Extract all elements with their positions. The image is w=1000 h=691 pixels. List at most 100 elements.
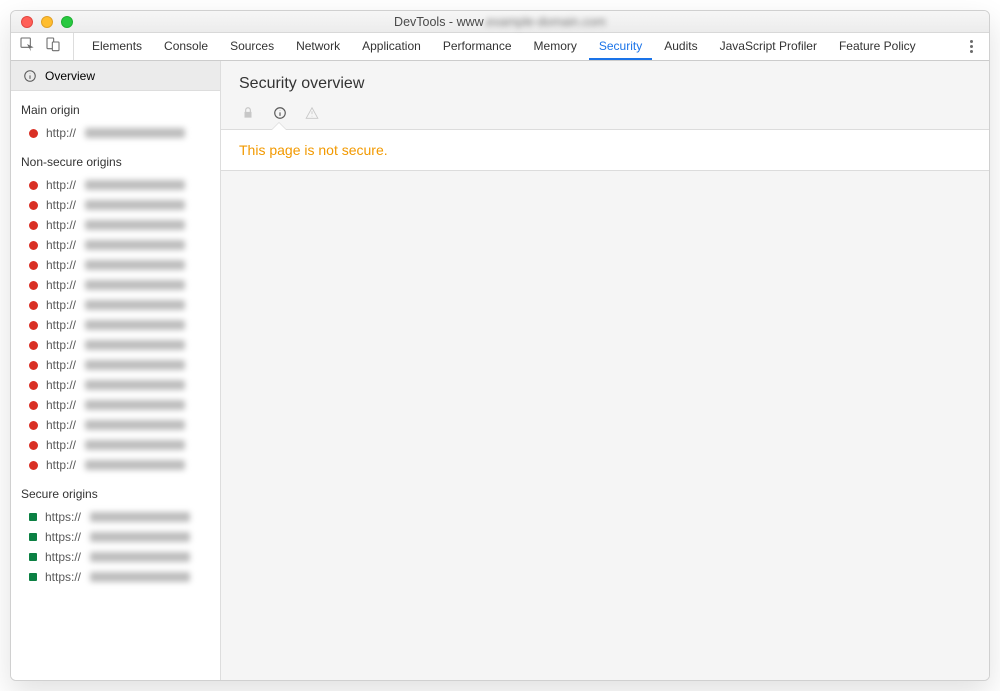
insecure-indicator-icon (29, 221, 38, 230)
sidebar-section-title: Main origin (11, 91, 220, 123)
insecure-indicator-icon (29, 361, 38, 370)
insecure-indicator-icon (29, 301, 38, 310)
redacted-host (85, 320, 185, 330)
origin-item[interactable]: http:// (11, 123, 220, 143)
redacted-host (90, 552, 190, 562)
origin-item[interactable]: https:// (11, 547, 220, 567)
redacted-host (85, 300, 185, 310)
main-toolbar: ElementsConsoleSourcesNetworkApplication… (11, 33, 989, 61)
insecure-indicator-icon (29, 401, 38, 410)
origin-url: http:// (46, 238, 76, 252)
sidebar-overview[interactable]: Overview (11, 61, 220, 91)
origin-item[interactable]: http:// (11, 255, 220, 275)
device-toggle-icon[interactable] (45, 36, 61, 57)
redacted-host (85, 200, 185, 210)
maximize-window-button[interactable] (61, 16, 73, 28)
origin-url: http:// (46, 438, 76, 452)
empty-area (221, 171, 989, 680)
origin-url: http:// (46, 398, 76, 412)
origin-url: https:// (45, 530, 81, 544)
origin-item[interactable]: http:// (11, 395, 220, 415)
origin-item[interactable]: http:// (11, 215, 220, 235)
secure-indicator-icon (29, 573, 37, 581)
origin-item[interactable]: http:// (11, 455, 220, 475)
origin-item[interactable]: http:// (11, 355, 220, 375)
origin-url: http:// (46, 358, 76, 372)
origin-url: http:// (46, 126, 76, 140)
minimize-window-button[interactable] (41, 16, 53, 28)
secure-indicator-icon (29, 533, 37, 541)
tab-application[interactable]: Application (352, 33, 431, 60)
origin-url: https:// (45, 570, 81, 584)
security-sidebar: Overview Main originhttp://Non-secure or… (11, 61, 221, 680)
tab-performance[interactable]: Performance (433, 33, 522, 60)
redacted-host (85, 440, 185, 450)
origin-item[interactable]: http:// (11, 375, 220, 395)
origin-url: http:// (46, 378, 76, 392)
origin-url: http:// (46, 258, 76, 272)
insecure-indicator-icon (29, 381, 38, 390)
tab-elements[interactable]: Elements (82, 33, 152, 60)
secure-indicator-icon (29, 553, 37, 561)
status-pointer (272, 123, 286, 130)
window-title: DevTools - www.example-domain.com (11, 15, 989, 29)
origin-item[interactable]: http:// (11, 335, 220, 355)
insecure-indicator-icon (29, 261, 38, 270)
origin-url: http:// (46, 338, 76, 352)
origin-item[interactable]: http:// (11, 175, 220, 195)
security-main-panel: Security overview This page is not secur… (221, 61, 989, 680)
insecure-indicator-icon (29, 281, 38, 290)
tab-network[interactable]: Network (286, 33, 350, 60)
tab-security[interactable]: Security (589, 33, 652, 60)
inspect-element-icon[interactable] (19, 36, 35, 57)
tab-sources[interactable]: Sources (220, 33, 284, 60)
origin-item[interactable]: http:// (11, 195, 220, 215)
security-overview-title: Security overview (239, 75, 971, 93)
redacted-host (90, 572, 190, 582)
insecure-indicator-icon (29, 129, 38, 138)
origin-item[interactable]: http:// (11, 435, 220, 455)
redacted-host (85, 400, 185, 410)
tab-audits[interactable]: Audits (654, 33, 707, 60)
secure-indicator-icon (29, 513, 37, 521)
redacted-host (85, 340, 185, 350)
origin-item[interactable]: http:// (11, 275, 220, 295)
origin-item[interactable]: https:// (11, 567, 220, 587)
origin-item[interactable]: https:// (11, 527, 220, 547)
tab-console[interactable]: Console (154, 33, 218, 60)
inspect-tools (19, 33, 74, 60)
tab-feature-policy[interactable]: Feature Policy (829, 33, 926, 60)
redacted-host (85, 180, 185, 190)
origin-url: http:// (46, 298, 76, 312)
insecure-indicator-icon (29, 241, 38, 250)
devtools-window: DevTools - www.example-domain.com Elemen… (10, 10, 990, 681)
redacted-host (85, 260, 185, 270)
insecure-indicator-icon (29, 441, 38, 450)
origin-url: http:// (46, 278, 76, 292)
close-window-button[interactable] (21, 16, 33, 28)
origin-item[interactable]: http:// (11, 295, 220, 315)
sidebar-section-title: Secure origins (11, 475, 220, 507)
insecure-indicator-icon (29, 201, 38, 210)
redacted-host (85, 360, 185, 370)
origin-url: http:// (46, 458, 76, 472)
origin-url: http:// (46, 218, 76, 232)
origin-item[interactable]: http:// (11, 415, 220, 435)
redacted-host (85, 380, 185, 390)
panel-tabs: ElementsConsoleSourcesNetworkApplication… (82, 33, 960, 60)
sidebar-section-title: Non-secure origins (11, 143, 220, 175)
origin-url: http:// (46, 418, 76, 432)
lock-icon[interactable] (241, 106, 255, 125)
tab-memory[interactable]: Memory (524, 33, 587, 60)
redacted-host (85, 128, 185, 138)
info-icon[interactable] (273, 106, 287, 125)
origin-item[interactable]: https:// (11, 507, 220, 527)
more-menu-icon[interactable] (966, 36, 977, 57)
origin-item[interactable]: http:// (11, 235, 220, 255)
titlebar: DevTools - www.example-domain.com (11, 11, 989, 33)
redacted-host (85, 220, 185, 230)
redacted-host (90, 532, 190, 542)
tab-javascript-profiler[interactable]: JavaScript Profiler (710, 33, 827, 60)
origin-item[interactable]: http:// (11, 315, 220, 335)
caution-icon[interactable] (305, 106, 319, 125)
